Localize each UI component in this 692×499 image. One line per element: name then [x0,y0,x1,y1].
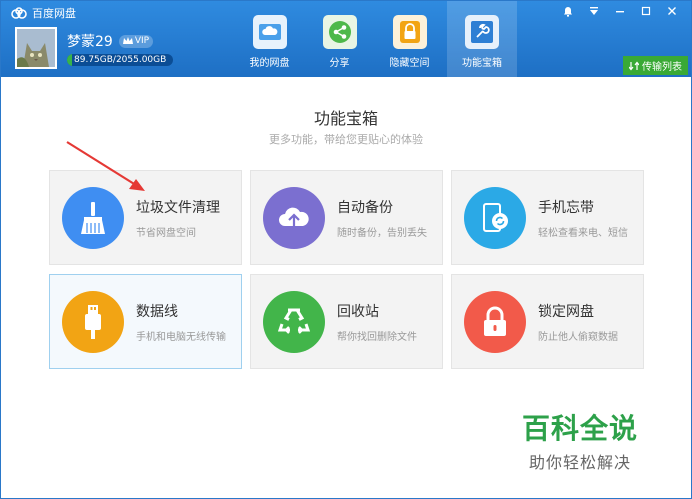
app-title: 百度网盘 [32,7,76,20]
feature-desc: 随时备份，告别丢失 [337,227,427,239]
crown-icon [122,37,133,44]
vip-badge[interactable]: VIP [118,34,154,48]
feature-desc: 手机和电脑无线传输 [136,331,226,343]
watermark-line1: 百科全说 [521,412,638,445]
feature-desc: 防止他人偷窥数据 [538,331,618,343]
feature-grid: 垃圾文件清理 节省网盘空间 自动备份 随时备份，告别丢失 手机忘带 轻松查看来电… [49,170,645,369]
page-title: 功能宝箱 [313,109,378,128]
feature-desc: 节省网盘空间 [136,227,196,239]
tab-toolbox[interactable]: 功能宝箱 [447,1,517,77]
toolbox-page: 功能宝箱 更多功能，带给您更贴心的体验 垃圾文件清理 节省网盘空间 自动备份 随… [1,77,691,498]
tab-hidden-space-label: 隐藏空间 [389,58,430,69]
main-nav-tabs: 我的网盘 分享 隐藏空间 功能宝箱 [237,1,522,77]
app-title-bar: 百度网盘 [11,5,76,21]
feature-card-auto-backup[interactable]: 自动备份 随时备份，告别丢失 [250,170,443,265]
avatar[interactable] [15,27,57,69]
transfer-list-button[interactable]: 传输列表 [623,56,688,75]
transfer-icon [629,61,639,70]
vip-label: VIP [134,36,150,46]
bell-icon[interactable] [555,3,581,19]
tools-icon [465,15,499,49]
minimize-icon[interactable] [607,3,633,19]
tab-share-label: 分享 [329,58,350,69]
maximize-icon[interactable] [633,3,659,19]
window-controls [555,3,685,19]
storage-quota-bar[interactable]: 89.75GB/2055.00GB [67,54,173,66]
annotation-arrow-icon [66,141,145,191]
share-icon [322,15,357,49]
cloud-icon [252,15,287,49]
feature-card-phone-forgot[interactable]: 手机忘带 轻松查看来电、短信 [451,170,644,265]
feature-title: 自动备份 [337,199,393,216]
lock-icon [392,15,427,49]
baidu-cloud-logo-icon [11,7,27,19]
watermark: 百科全说 助你轻松解决 [515,407,645,473]
cloud-upload-icon [263,186,325,249]
usb-icon [62,290,124,353]
watermark-line2: 助你轻松解决 [528,453,631,472]
storage-quota-fill [67,54,72,66]
feature-title: 数据线 [136,303,178,320]
feature-title: 垃圾文件清理 [136,199,220,216]
menu-icon[interactable] [581,3,607,19]
top-bar: 百度网盘 梦蒙29 VIP 89.75GB/2055.00GB 我的网盘 分享 … [1,1,691,77]
feature-desc: 轻松查看来电、短信 [538,227,628,239]
tab-share[interactable]: 分享 [307,1,372,77]
feature-card-data-cable[interactable]: 数据线 手机和电脑无线传输 [49,274,242,369]
tab-toolbox-label: 功能宝箱 [462,58,502,69]
transfer-list-label: 传输列表 [642,62,682,73]
feature-card-recycle-bin[interactable]: 回收站 帮你找回删除文件 [250,274,443,369]
feature-title: 回收站 [337,303,379,320]
username[interactable]: 梦蒙29 [67,31,113,51]
phone-sync-icon [464,186,526,249]
app-window: 百度网盘 梦蒙29 VIP 89.75GB/2055.00GB 我的网盘 分享 … [0,0,692,499]
feature-card-lock-disk[interactable]: 锁定网盘 防止他人偷窥数据 [451,274,644,369]
cat-avatar-image [17,29,55,67]
storage-quota-text: 89.75GB/2055.00GB [74,55,167,65]
recycle-icon [263,290,325,353]
tab-my-disk-label: 我的网盘 [249,58,290,69]
tab-my-disk[interactable]: 我的网盘 [237,1,302,77]
close-icon[interactable] [659,3,685,19]
feature-title: 锁定网盘 [538,303,594,320]
feature-title: 手机忘带 [538,199,594,216]
padlock-icon [464,290,526,353]
feature-desc: 帮你找回删除文件 [337,331,417,343]
tab-hidden-space[interactable]: 隐藏空间 [377,1,442,77]
user-info: 梦蒙29 VIP [67,31,154,51]
